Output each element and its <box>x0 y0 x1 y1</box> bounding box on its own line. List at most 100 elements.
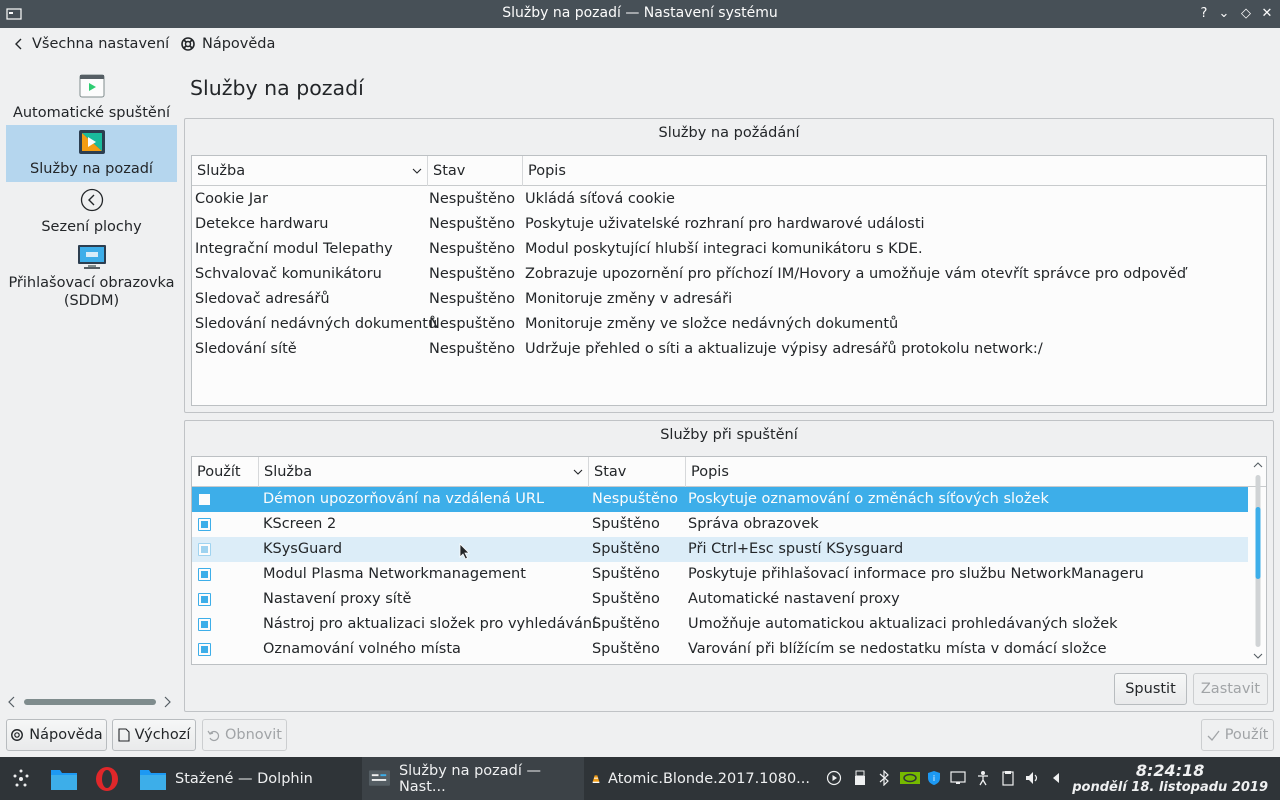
on-demand-row[interactable]: Cookie Jar Nespuštěno Ukládá síťová cookie <box>192 187 1266 212</box>
opera-launcher[interactable] <box>94 757 124 800</box>
startup-row[interactable]: Oznamování volného místa Spuštěno Varování… <box>192 637 1248 662</box>
on-demand-header-desc[interactable]: Popis <box>523 156 1267 186</box>
session-icon <box>80 188 103 212</box>
clipboard-icon[interactable] <box>1000 770 1016 786</box>
startup-vertical-scrollbar[interactable] <box>1250 457 1266 664</box>
expand-tray-icon[interactable] <box>1048 770 1064 786</box>
service-state-cell: Nespuštěno <box>429 316 515 332</box>
use-checkbox[interactable] <box>198 643 211 656</box>
display-icon[interactable] <box>950 770 966 786</box>
on-demand-services-title: Služby na požádání <box>658 125 800 141</box>
startup-header-state[interactable]: Stav <box>589 457 686 487</box>
use-checkbox[interactable] <box>198 568 211 581</box>
service-desc-cell: Udržuje přehled o síti a aktualizuje výp… <box>525 341 1043 357</box>
folder-icon <box>140 769 166 790</box>
sidebar-item-background-services[interactable]: Služby na pozadí <box>6 125 177 182</box>
minimize-button[interactable]: ⌄ <box>1214 4 1234 24</box>
close-button[interactable]: ✕ <box>1257 4 1277 24</box>
service-desc-cell: Umožňuje automatickou aktualizaci prohle… <box>688 616 1118 632</box>
keep-above-button[interactable]: ◇ <box>1236 4 1256 24</box>
help-top-label: Nápověda <box>202 36 276 52</box>
sidebar-item-login-screen[interactable]: Přihlašovací obrazovka (SDDM) <box>6 244 177 316</box>
on-demand-row[interactable]: Sledování sítě Nespuštěno Udržuje přehled … <box>192 337 1266 362</box>
reset-button[interactable]: Obnovit <box>202 719 287 751</box>
service-desc-cell: Varování při blížícím se nedostatku míst… <box>688 641 1107 657</box>
security-shield-icon[interactable]: i <box>926 770 942 786</box>
sidebar: Automatické spuštění Služby na pozadí Se… <box>6 68 177 712</box>
reset-label: Obnovit <box>225 727 282 743</box>
on-demand-row[interactable]: Sledování nedávných dokumentů Nespuštěno M… <box>192 312 1266 337</box>
startup-table-header: Použít Služba Stav Popis <box>192 457 1266 487</box>
on-demand-row[interactable]: Detekce hardwaru Nespuštěno Poskytuje uživ… <box>192 212 1266 237</box>
usb-device-icon[interactable] <box>852 770 868 786</box>
volume-icon[interactable] <box>1024 770 1040 786</box>
on-demand-row[interactable]: Schvalovač komunikátoru Nespuštěno Zobrazu… <box>192 262 1266 287</box>
help-footer-button[interactable]: Nápověda <box>6 719 107 751</box>
login-screen-icon <box>77 245 106 269</box>
startup-row[interactable]: Nástroj pro aktualizaci složek pro vyhle… <box>192 612 1248 637</box>
startup-row[interactable]: Nastavení proxy sítě Spuštěno Automatické … <box>192 587 1248 612</box>
service-name-cell: Cookie Jar <box>195 191 268 207</box>
sidebar-horizontal-scrollbar[interactable] <box>6 694 177 710</box>
startup-row[interactable]: Démon upozorňování na vzdálená URL Nespuš… <box>192 487 1248 512</box>
sidebar-item-autostart[interactable]: Automatické spuštění <box>6 74 177 126</box>
task-system-settings[interactable]: Služby na pozadí — Nast... <box>362 757 584 800</box>
service-name-cell: Nastavení proxy sítě <box>263 591 412 607</box>
startup-row[interactable]: KScreen 2 Spuštěno Správa obrazovek <box>192 512 1248 537</box>
service-desc-cell: Modul poskytující hlubší integraci komun… <box>525 241 923 257</box>
service-desc-cell: Monitoruje změny ve složce nedávných dok… <box>525 316 899 332</box>
on-demand-row[interactable]: Integrační modul Telepathy Nespuštěno Modu… <box>192 237 1266 262</box>
use-checkbox[interactable] <box>198 618 211 631</box>
defaults-button[interactable]: Výchozí <box>112 719 196 751</box>
startup-row[interactable]: Modul Plasma Networkmanagement Spuštěno Po… <box>192 562 1248 587</box>
sidebar-item-desktop-session[interactable]: Sezení plochy <box>6 188 177 238</box>
help-top-button[interactable]: Nápověda <box>180 36 275 52</box>
start-service-button[interactable]: Spustit <box>1114 673 1187 705</box>
mouse-cursor-icon <box>459 543 470 560</box>
apply-button[interactable]: Použít <box>1201 719 1274 751</box>
sort-chevron-icon <box>573 469 583 475</box>
service-name-cell: KScreen 2 <box>263 516 337 532</box>
task-dolphin-label: Stažené — Dolphin <box>175 770 313 787</box>
on-demand-header-state[interactable]: Stav <box>428 156 523 186</box>
apply-label: Použít <box>1224 727 1269 743</box>
service-state-cell: Nespuštěno <box>429 341 515 357</box>
on-demand-row[interactable]: Sledovač adresářů Nespuštěno Monitoruje zm… <box>192 287 1266 312</box>
files-launcher[interactable] <box>50 757 82 800</box>
use-checkbox[interactable] <box>198 493 211 506</box>
use-checkbox[interactable] <box>198 593 211 606</box>
startup-header-desc[interactable]: Popis <box>686 457 1252 487</box>
accessibility-icon[interactable] <box>975 770 991 786</box>
on-demand-services-list[interactable]: Služba Stav Popis Cookie Jar Nespuštěno Uk… <box>191 155 1267 406</box>
sidebar-item-background-services-label: Služby na pozadí <box>30 161 153 177</box>
bluetooth-icon[interactable] <box>876 770 892 786</box>
sort-chevron-icon <box>412 168 422 174</box>
use-checkbox[interactable] <box>198 543 211 556</box>
service-name-cell: Integrační modul Telepathy <box>195 241 393 257</box>
startup-header-use[interactable]: Použít <box>192 457 259 487</box>
service-state-cell: Spuštěno <box>592 541 660 557</box>
clock[interactable]: 8:24:18 pondělí 18. listopadu 2019 <box>1072 761 1268 795</box>
all-settings-button[interactable]: Všechna nastavení <box>12 36 169 52</box>
startup-services-list[interactable]: Použít Služba Stav Popis Démon upozorňov… <box>191 456 1267 665</box>
on-demand-header-service[interactable]: Služba <box>192 156 428 186</box>
application-launcher[interactable] <box>10 757 38 800</box>
use-checkbox[interactable] <box>198 518 211 531</box>
nvidia-icon[interactable] <box>900 770 920 786</box>
service-state-cell: Spuštěno <box>592 566 660 582</box>
service-desc-cell: Správa obrazovek <box>688 516 819 532</box>
startup-scrollbar-graphic <box>1253 462 1263 659</box>
service-desc-cell: Zobrazuje upozornění pro příchozí IM/Hov… <box>525 266 1187 282</box>
stop-service-button[interactable]: Zastavit <box>1193 673 1268 705</box>
help-titlebar-button[interactable]: ? <box>1194 4 1214 24</box>
task-vlc[interactable]: Atomic.Blonde.2017.1080... <box>590 757 810 800</box>
startup-row[interactable]: KSysGuard Spuštěno Při Ctrl+Esc spustí KSy… <box>192 537 1248 562</box>
back-arrow-icon <box>15 38 22 50</box>
service-state-cell: Nespuštěno <box>592 491 678 507</box>
service-name-cell: Modul Plasma Networkmanagement <box>263 566 526 582</box>
task-dolphin[interactable]: Stažené — Dolphin <box>136 757 356 800</box>
media-player-icon[interactable] <box>826 770 842 786</box>
task-vlc-label: Atomic.Blonde.2017.1080... <box>608 770 810 787</box>
startup-header-service[interactable]: Služba <box>259 457 589 487</box>
service-desc-cell: Poskytuje uživatelské rozhraní pro hardw… <box>525 216 925 232</box>
